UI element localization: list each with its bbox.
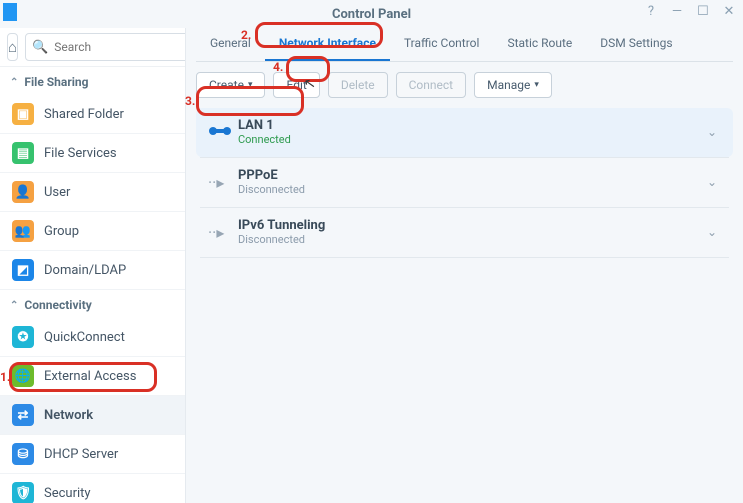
connect-button: Connect [396, 72, 466, 98]
create-button[interactable]: Create ▾ [196, 72, 265, 98]
interface-status: Disconnected [238, 183, 703, 196]
section-label: Connectivity [24, 298, 91, 312]
tab-bar: General Network Interface Traffic Contro… [196, 30, 733, 62]
sidebar: ⌂ 🔍 ⌃ File Sharing ▣ Shared Folder ▤ Fil… [0, 28, 186, 503]
button-label: Create [209, 78, 244, 92]
domain-icon: ◩ [12, 259, 34, 281]
chevron-up-icon: ⌃ [10, 300, 18, 311]
section-label: File Sharing [24, 75, 88, 89]
interface-pppoe[interactable]: ··▸ PPPoE Disconnected ⌄ [196, 158, 733, 207]
close-icon[interactable]: ✕ [721, 4, 737, 19]
user-icon: 👤 [12, 181, 34, 203]
title-bar: Control Panel ? — ☐ ✕ [0, 0, 743, 28]
chevron-down-icon: ▾ [248, 80, 253, 90]
sidebar-item-label: QuickConnect [44, 330, 125, 345]
sidebar-item-label: Shared Folder [44, 107, 124, 122]
delete-button: Delete [328, 72, 388, 98]
button-label: Manage [487, 78, 530, 92]
files-icon: ▤ [12, 142, 34, 164]
group-icon: 👥 [12, 220, 34, 242]
toolbar: Create ▾ Edit Delete Connect Manage ▾ [196, 62, 733, 108]
tab-dsm-settings[interactable]: DSM Settings [586, 30, 686, 61]
tab-traffic-control[interactable]: Traffic Control [390, 30, 494, 61]
home-button[interactable]: ⌂ [7, 33, 18, 61]
sidebar-item-quickconnect[interactable]: ✪ QuickConnect [0, 318, 185, 357]
interface-name: IPv6 Tunneling [238, 218, 703, 233]
sidebar-item-label: User [44, 185, 70, 200]
section-file-sharing[interactable]: ⌃ File Sharing [0, 67, 185, 95]
window-title: Control Panel [332, 7, 411, 22]
interface-status: Connected [238, 133, 703, 146]
app-icon [3, 3, 17, 21]
interface-list: LAN 1 Connected ⌄ ··▸ PPPoE Disconnected… [196, 108, 733, 258]
help-icon[interactable]: ? [643, 4, 659, 19]
lan-icon [208, 123, 238, 142]
interface-lan1[interactable]: LAN 1 Connected ⌄ [196, 108, 733, 157]
tab-static-route[interactable]: Static Route [493, 30, 586, 61]
tab-network-interface[interactable]: Network Interface [265, 30, 390, 61]
quickconnect-icon: ✪ [12, 326, 34, 348]
chevron-down-icon[interactable]: ⌄ [703, 125, 721, 139]
globe-icon: 🌐 [12, 365, 34, 387]
edit-button[interactable]: Edit [273, 72, 319, 98]
sidebar-item-file-services[interactable]: ▤ File Services [0, 134, 185, 173]
search-input[interactable] [54, 40, 186, 54]
pppoe-icon: ··▸ [208, 173, 238, 192]
network-icon: ⇄ [12, 404, 34, 426]
sidebar-item-label: File Services [44, 146, 117, 161]
search-input-wrap[interactable]: 🔍 [25, 33, 186, 61]
sidebar-item-user[interactable]: 👤 User [0, 173, 185, 212]
sidebar-item-label: Domain/LDAP [44, 263, 126, 278]
sidebar-item-external-access[interactable]: 🌐 External Access [0, 357, 185, 396]
chevron-up-icon: ⌃ [10, 77, 18, 88]
tunnel-icon: ··▸ [208, 223, 238, 242]
sidebar-item-label: Group [44, 224, 79, 239]
interface-name: PPPoE [238, 168, 703, 183]
divider [200, 257, 729, 258]
section-connectivity[interactable]: ⌃ Connectivity [0, 290, 185, 318]
sidebar-item-label: External Access [44, 369, 136, 384]
shield-icon: 🛡 [12, 482, 34, 503]
chevron-down-icon: ▾ [534, 80, 539, 90]
search-icon: 🔍 [32, 40, 48, 55]
sidebar-item-group[interactable]: 👥 Group [0, 212, 185, 251]
main-panel: General Network Interface Traffic Contro… [186, 28, 743, 503]
sidebar-item-shared-folder[interactable]: ▣ Shared Folder [0, 95, 185, 134]
sidebar-item-label: Network [44, 408, 93, 423]
interface-name: LAN 1 [238, 118, 703, 133]
sidebar-item-security[interactable]: 🛡 Security [0, 474, 185, 503]
maximize-icon[interactable]: ☐ [695, 4, 711, 19]
dhcp-icon: ⛁ [12, 443, 34, 465]
sidebar-item-network[interactable]: ⇄ Network [0, 396, 185, 435]
interface-status: Disconnected [238, 233, 703, 246]
sidebar-item-domain-ldap[interactable]: ◩ Domain/LDAP [0, 251, 185, 290]
home-icon: ⌂ [8, 38, 17, 56]
manage-button[interactable]: Manage ▾ [474, 72, 552, 98]
sidebar-item-label: Security [44, 486, 91, 501]
folder-icon: ▣ [12, 103, 34, 125]
tab-general[interactable]: General [196, 30, 265, 61]
chevron-down-icon[interactable]: ⌄ [703, 175, 721, 189]
interface-ipv6-tunneling[interactable]: ··▸ IPv6 Tunneling Disconnected ⌄ [196, 208, 733, 257]
sidebar-item-dhcp-server[interactable]: ⛁ DHCP Server [0, 435, 185, 474]
minimize-icon[interactable]: — [669, 4, 685, 19]
chevron-down-icon[interactable]: ⌄ [703, 225, 721, 239]
sidebar-item-label: DHCP Server [44, 447, 118, 462]
